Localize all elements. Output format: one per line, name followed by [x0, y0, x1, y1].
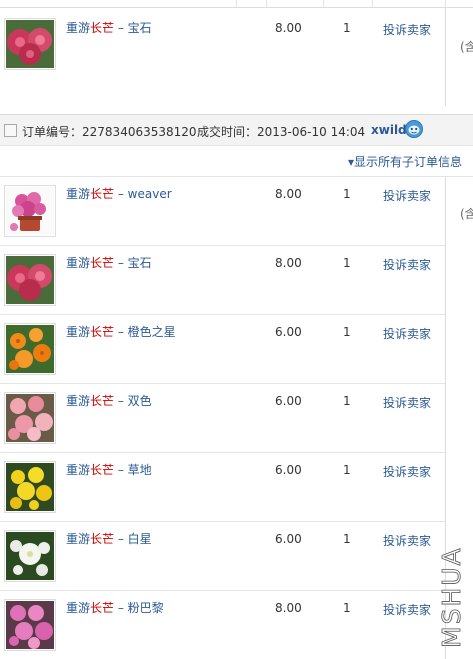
- order-item-row: 重游长芒 – 白星 6.00 1 投诉卖家: [0, 522, 445, 591]
- seller-name-link[interactable]: xwild: [371, 123, 407, 137]
- unit-price: 8.00: [275, 601, 302, 615]
- complain-seller-link[interactable]: 投诉卖家: [383, 325, 431, 342]
- product-title-link[interactable]: 重游长芒 – 宝石: [66, 19, 152, 36]
- quantity: 1: [343, 325, 351, 339]
- product-thumbnail[interactable]: [4, 323, 56, 375]
- pink-bicolor-image: [6, 394, 54, 442]
- order-item-row: 重游长芒 – 宝石 8.00 1 投诉卖家: [0, 8, 445, 106]
- order-item-row: 重游长芒 – 草地 6.00 1 投诉卖家: [0, 453, 445, 522]
- product-title-link[interactable]: 重游长芒 – 粉巴黎: [66, 599, 164, 616]
- order-item-row: 重游长芒 – 宝石 8.00 1 投诉卖家: [0, 246, 445, 315]
- unit-price: 8.00: [275, 21, 302, 35]
- complain-seller-link[interactable]: 投诉卖家: [383, 394, 431, 411]
- orange-flowers-image: [6, 325, 54, 373]
- unit-price: 6.00: [275, 394, 302, 408]
- magenta-rose-image: [6, 256, 54, 304]
- quantity: 1: [343, 187, 351, 201]
- product-thumbnail[interactable]: [4, 392, 56, 444]
- unit-price: 6.00: [275, 463, 302, 477]
- product-thumbnail[interactable]: [4, 185, 56, 237]
- product-thumbnail[interactable]: [4, 530, 56, 582]
- order-item-row: 重游长芒 – 橙色之星 6.00 1 投诉卖家: [0, 315, 445, 384]
- quantity: 1: [343, 463, 351, 477]
- product-title-link[interactable]: 重游长芒 – 宝石: [66, 254, 152, 271]
- product-thumbnail[interactable]: [4, 599, 56, 651]
- unit-price: 8.00: [275, 256, 302, 270]
- unit-price: 6.00: [275, 532, 302, 546]
- quantity: 1: [343, 394, 351, 408]
- order-header-bar: 订单编号：227834063538120 成交时间：2013-06-10 14:…: [0, 114, 473, 146]
- order-item-row: 重游长芒 – 粉巴黎 8.00 1 投诉卖家: [0, 591, 445, 659]
- product-title-link[interactable]: 重游长芒 – weaver: [66, 185, 172, 202]
- mshua-watermark: MSHUA: [437, 540, 468, 652]
- complain-seller-link[interactable]: 投诉卖家: [383, 21, 431, 38]
- order-item-row: 重游长芒 – 双色 6.00 1 投诉卖家: [0, 384, 445, 453]
- pink-cyclamen-pot-image: [6, 187, 54, 235]
- complain-seller-link[interactable]: 投诉卖家: [383, 463, 431, 480]
- order-item-row: 重游长芒 – weaver 8.00 1 投诉卖家: [0, 177, 445, 246]
- complain-seller-link[interactable]: 投诉卖家: [383, 601, 431, 618]
- svg-text:MSHUA: MSHUA: [438, 546, 466, 648]
- pink-paris-image: [6, 601, 54, 649]
- deal-time: 成交时间：2013-06-10 14:04: [197, 125, 366, 139]
- quantity: 1: [343, 601, 351, 615]
- complain-seller-link[interactable]: 投诉卖家: [383, 256, 431, 273]
- product-thumbnail[interactable]: [4, 254, 56, 306]
- magenta-rose-image: [6, 20, 54, 68]
- product-thumbnail[interactable]: [4, 461, 56, 513]
- sub-order-toolbar: ▾显示所有子订单信息: [0, 147, 473, 177]
- complain-seller-link[interactable]: 投诉卖家: [383, 187, 431, 204]
- unit-price: 8.00: [275, 187, 302, 201]
- product-title-link[interactable]: 重游长芒 – 白星: [66, 530, 152, 547]
- unit-price: 6.00: [275, 325, 302, 339]
- order-number: 订单编号：227834063538120: [22, 125, 197, 139]
- product-title-link[interactable]: 重游长芒 – 橙色之星: [66, 323, 176, 340]
- quantity: 1: [343, 256, 351, 270]
- shipping-note: (含: [460, 207, 473, 221]
- top-table-edge: [0, 0, 473, 8]
- product-title-link[interactable]: 重游长芒 – 草地: [66, 461, 152, 478]
- quantity: 1: [343, 21, 351, 35]
- shipping-note: (含: [460, 40, 473, 54]
- wangwang-chat-icon[interactable]: [404, 119, 424, 139]
- white-flowers-image: [6, 532, 54, 580]
- show-all-sub-orders-toggle[interactable]: ▾显示所有子订单信息: [348, 153, 462, 170]
- product-thumbnail[interactable]: [4, 18, 56, 70]
- column-divider: [445, 8, 446, 106]
- quantity: 1: [343, 532, 351, 546]
- order-select-checkbox[interactable]: [4, 124, 17, 137]
- yellow-flowers-image: [6, 463, 54, 511]
- complain-seller-link[interactable]: 投诉卖家: [383, 532, 431, 549]
- product-title-link[interactable]: 重游长芒 – 双色: [66, 392, 152, 409]
